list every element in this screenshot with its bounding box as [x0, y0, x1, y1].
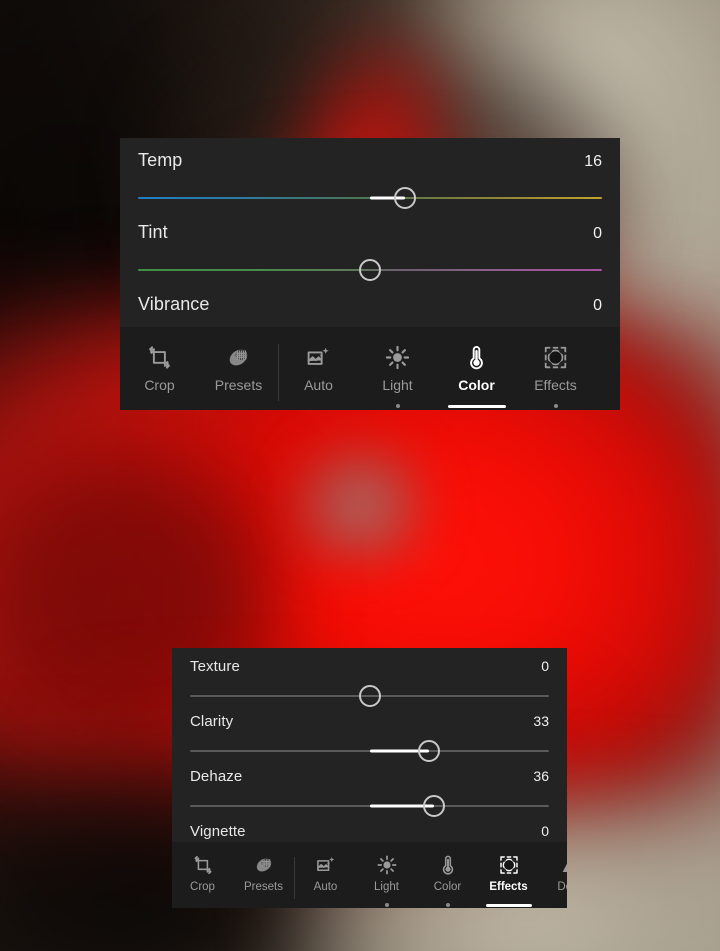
- toolbar-group: Crop Presets: [120, 335, 278, 410]
- active-tab-underline: [447, 405, 506, 408]
- slider-knob[interactable]: [393, 187, 416, 209]
- color-sliders-area: Temp 16 Tint 0 Vibrance 0: [120, 138, 620, 327]
- auto-icon: [305, 341, 332, 373]
- effects-adjust-panel: Texture 0 Clarity 33 Dehaze 36 Vignette 0 Crop P…: [172, 648, 567, 908]
- slider-label: Vibrance: [138, 294, 210, 314]
- light-icon: [376, 852, 398, 878]
- presets-icon: [253, 852, 275, 878]
- tab-label: Color: [433, 881, 462, 893]
- tab-label: Crop: [190, 881, 215, 893]
- edited-indicator-dot: [553, 404, 558, 408]
- color-icon: [463, 341, 490, 373]
- slider-knob[interactable]: [359, 259, 381, 281]
- effects-panel-toolbar: Crop Presets Auto Light Color Effects Deta: [172, 842, 567, 908]
- color-adjust-panel: Temp 16 Tint 0 Vibrance 0 Crop Presets Auto Ligh…: [120, 138, 620, 410]
- slider-value: 36: [533, 768, 549, 784]
- crop-icon: [146, 341, 173, 373]
- slider-value: 0: [541, 823, 549, 839]
- slider-value: 33: [533, 713, 549, 729]
- slider-vignette[interactable]: Vignette 0: [190, 813, 549, 842]
- tab-label: Color: [458, 377, 495, 393]
- slider-value: 0: [593, 225, 602, 242]
- slider-value: 0: [593, 297, 602, 314]
- tab-crop[interactable]: Crop: [172, 848, 233, 908]
- slider-header: Texture 0: [190, 648, 549, 675]
- effects-icon: [498, 852, 520, 878]
- tab-label: Presets: [244, 881, 283, 893]
- effects-sliders-list: Texture 0 Clarity 33 Dehaze 36 Vignette 0: [172, 648, 567, 842]
- slider-label: Temp: [138, 150, 183, 170]
- tab-presets[interactable]: Presets: [233, 848, 294, 908]
- tab-label: Light: [382, 377, 413, 393]
- tab-effects[interactable]: Effects: [516, 335, 595, 410]
- tab-label: Effects: [534, 377, 577, 393]
- tab-label: Deta: [557, 881, 567, 893]
- slider-texture[interactable]: Texture 0: [190, 648, 549, 707]
- slider-clarity[interactable]: Clarity 33: [190, 703, 549, 762]
- toolbar-group: Crop Presets: [172, 848, 294, 908]
- slider-value: 16: [584, 153, 602, 170]
- slider-vibrance[interactable]: Vibrance 0: [138, 282, 602, 327]
- tab-color[interactable]: Color: [417, 848, 478, 908]
- slider-label: Vignette: [190, 823, 246, 840]
- tab-label: Auto: [313, 881, 338, 893]
- tab-light[interactable]: Light: [356, 848, 417, 908]
- detail-icon: [559, 852, 567, 878]
- edited-indicator-dot: [445, 903, 450, 907]
- slider-temp[interactable]: Temp 16: [138, 138, 602, 210]
- tab-label: Auto: [304, 377, 333, 393]
- crop-icon: [192, 852, 214, 878]
- tab-auto[interactable]: Auto: [295, 848, 356, 908]
- tab-color[interactable]: Color: [437, 335, 516, 410]
- slider-value: 0: [541, 658, 549, 674]
- tab-crop[interactable]: Crop: [120, 335, 199, 410]
- slider-header: Dehaze 36: [190, 758, 549, 785]
- tab-presets[interactable]: Presets: [199, 335, 278, 410]
- light-icon: [384, 341, 411, 373]
- slider-header: Tint 0: [138, 210, 602, 243]
- tab-deta[interactable]: Deta: [595, 335, 621, 410]
- edited-indicator-dot: [395, 404, 400, 408]
- slider-header: Temp 16: [138, 138, 602, 171]
- tab-deta[interactable]: Deta: [539, 848, 567, 908]
- tab-label: Light: [374, 881, 399, 893]
- slider-track-area[interactable]: [138, 257, 602, 283]
- slider-header: Clarity 33: [190, 703, 549, 730]
- color-sliders-list: Temp 16 Tint 0 Vibrance 0: [120, 138, 620, 327]
- slider-header: Vibrance 0: [138, 282, 602, 315]
- presets-icon: [225, 341, 252, 373]
- slider-label: Clarity: [190, 713, 234, 730]
- slider-track-area[interactable]: [138, 185, 602, 211]
- slider-label: Tint: [138, 222, 168, 242]
- tab-label: Effects: [489, 881, 528, 893]
- toolbar-group: Auto Light Color Effects Deta: [295, 848, 567, 908]
- slider-header: Vignette 0: [190, 813, 549, 840]
- edited-indicator-dot: [384, 903, 389, 907]
- tab-label: Presets: [214, 377, 263, 393]
- tab-effects[interactable]: Effects: [478, 848, 539, 908]
- auto-icon: [315, 852, 337, 878]
- slider-tint[interactable]: Tint 0: [138, 210, 602, 282]
- active-tab-underline: [485, 904, 532, 907]
- tab-label: Crop: [144, 377, 175, 393]
- effects-sliders-area: Texture 0 Clarity 33 Dehaze 36 Vignette 0: [172, 648, 567, 842]
- color-panel-toolbar: Crop Presets Auto Light Color Effects Deta: [120, 327, 620, 410]
- color-icon: [437, 852, 459, 878]
- slider-dehaze[interactable]: Dehaze 36: [190, 758, 549, 817]
- tab-light[interactable]: Light: [358, 335, 437, 410]
- slider-label: Texture: [190, 658, 240, 675]
- effects-icon: [542, 341, 569, 373]
- tab-auto[interactable]: Auto: [279, 335, 358, 410]
- backdrop-gray-center: [290, 440, 430, 570]
- toolbar-group: Auto Light Color Effects Deta: [279, 335, 620, 410]
- slider-label: Dehaze: [190, 768, 243, 785]
